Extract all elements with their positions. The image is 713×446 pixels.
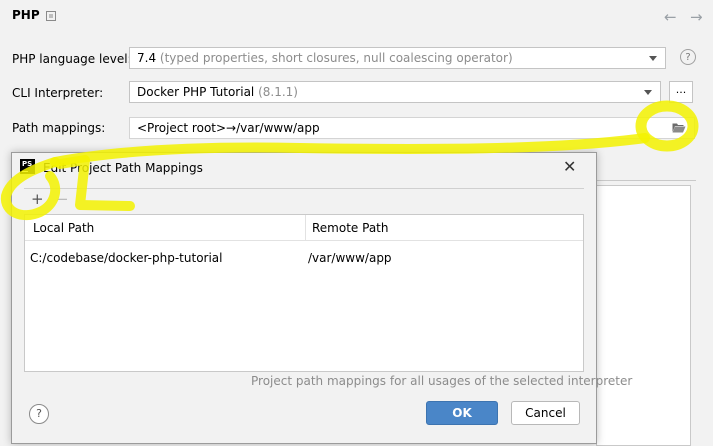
close-icon[interactable]: ✕ <box>563 157 576 176</box>
phpstorm-logo-icon: PS <box>20 159 35 174</box>
cli-interpreter-select[interactable]: Docker PHP Tutorial (8.1.1) <box>129 81 661 103</box>
language-level-hint: (typed properties, short closures, null … <box>159 51 513 65</box>
chevron-down-icon <box>644 90 652 95</box>
cli-interpreter-value: Docker PHP Tutorial <box>137 85 255 99</box>
folder-open-icon[interactable] <box>672 122 686 133</box>
table-header: Local Path Remote Path <box>25 215 583 241</box>
toolbar-divider <box>24 188 584 189</box>
help-icon[interactable]: ? <box>29 404 49 424</box>
cli-interpreter-hint: (8.1.1) <box>258 85 298 99</box>
path-mappings-value: <Project root>→/var/www/app <box>137 121 320 135</box>
page-title: PHP <box>12 8 40 22</box>
language-level-select[interactable]: 7.4 (typed properties, short closures, n… <box>129 47 666 69</box>
remove-mapping-button[interactable]: − <box>56 190 69 208</box>
browse-interpreter-button[interactable]: ... <box>669 81 693 103</box>
path-mappings-label: Path mappings: <box>12 121 106 135</box>
reset-icon[interactable] <box>46 11 56 21</box>
back-arrow-icon[interactable]: ← <box>664 8 677 26</box>
table-cell-remote-path[interactable]: /var/www/app <box>308 251 392 265</box>
column-header-local-path[interactable]: Local Path <box>33 221 94 235</box>
chevron-down-icon <box>649 56 657 61</box>
language-level-label: PHP language level: <box>12 52 132 66</box>
path-mappings-field[interactable]: <Project root>→/var/www/app <box>129 117 695 139</box>
language-level-value: 7.4 <box>137 51 157 65</box>
cancel-button[interactable]: Cancel <box>511 401 580 425</box>
dialog-hint-text: Project path mappings for all usages of … <box>251 374 633 388</box>
ok-button[interactable]: OK <box>426 401 498 425</box>
forward-arrow-icon[interactable]: → <box>690 8 703 26</box>
mappings-table: Local Path Remote Path C:/codebase/docke… <box>24 214 584 372</box>
help-icon[interactable]: ? <box>680 49 696 65</box>
divider <box>596 180 696 181</box>
table-cell-local-path[interactable]: C:/codebase/docker-php-tutorial <box>30 251 223 265</box>
column-header-remote-path[interactable]: Remote Path <box>312 221 388 235</box>
cli-interpreter-label: CLI Interpreter: <box>12 86 104 100</box>
add-mapping-button[interactable]: + <box>31 190 44 208</box>
edit-path-mappings-dialog: PS Edit Project Path Mappings ✕ + − Loca… <box>11 152 632 444</box>
background-panel <box>596 185 691 446</box>
dialog-title: Edit Project Path Mappings <box>43 161 203 175</box>
column-divider[interactable] <box>305 215 306 240</box>
